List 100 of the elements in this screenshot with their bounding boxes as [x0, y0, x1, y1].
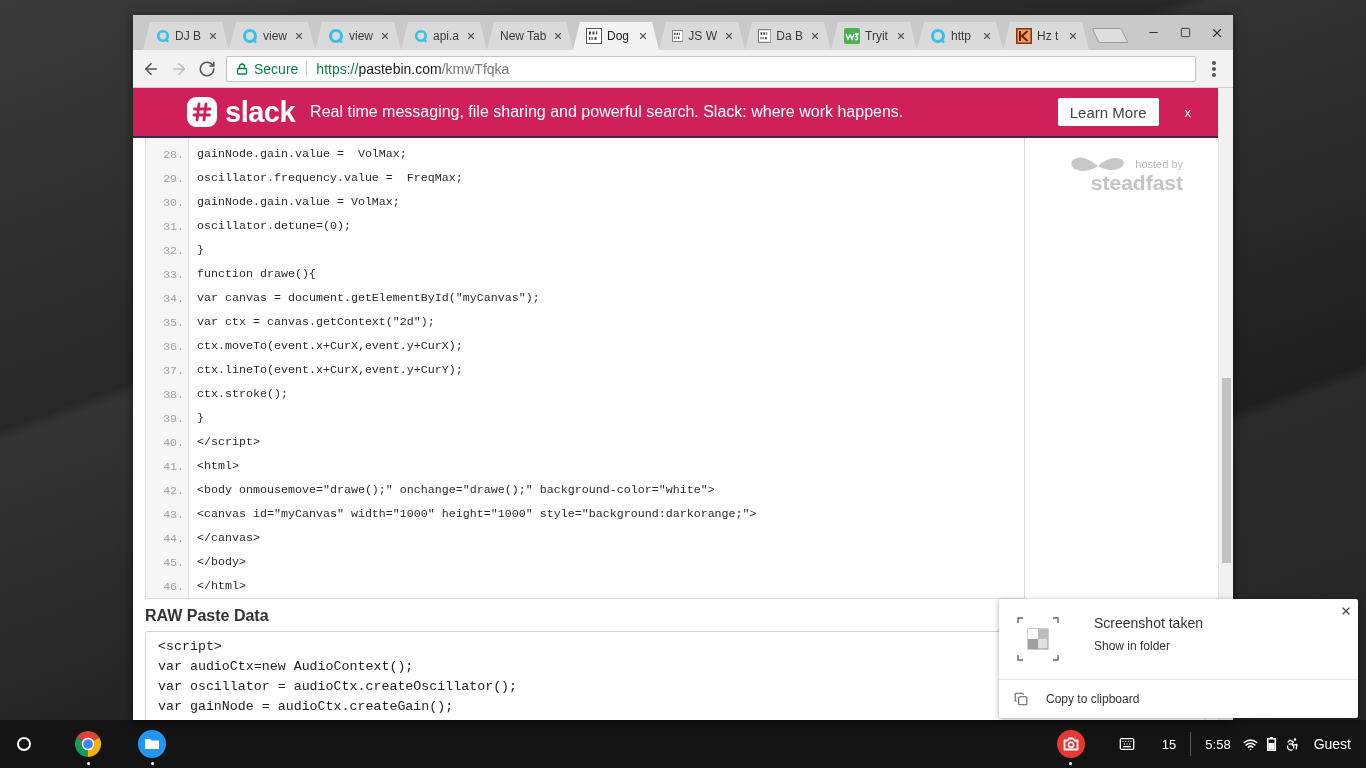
clock-time[interactable]: 5:58: [1205, 736, 1231, 752]
lock-icon: [236, 62, 248, 75]
document-icon: [758, 28, 772, 44]
close-icon: [1068, 31, 1078, 41]
line-number: 37.: [162, 363, 185, 377]
ring-icon: [328, 28, 344, 44]
code-line: oscillator.frequency.value = FreqMax;: [197, 171, 463, 185]
tab[interactable]: Tryit: [831, 22, 917, 50]
code-line: </script>: [197, 435, 260, 449]
ring-icon: [930, 28, 946, 44]
learn-more-button[interactable]: Learn More: [1057, 98, 1159, 126]
sponsor-caption: hosted by: [1135, 158, 1183, 170]
ring-icon: [414, 28, 428, 44]
line-number: 29.: [162, 171, 185, 185]
line-number: 28.: [162, 147, 185, 161]
line-number: 44.: [162, 531, 185, 545]
tab[interactable]: JS W: [659, 22, 745, 50]
launcher-icon[interactable]: [17, 737, 31, 751]
close-icon: [810, 31, 820, 41]
line-number: 35.: [162, 315, 185, 329]
code-line: <body onmousemove="drawe();" onchange="drawe();" background-color="white">: [197, 483, 715, 497]
wifi-icon: [1242, 736, 1258, 752]
code-line: ctx.moveTo(event.x+CurX,event.y+CurX);: [197, 339, 463, 353]
notification-count[interactable]: 15: [1161, 736, 1177, 752]
battery-icon: [1266, 737, 1276, 751]
line-number: 33.: [162, 267, 185, 281]
copy-to-clipboard-button[interactable]: Copy to clipboard: [999, 679, 1358, 717]
banner-close-button[interactable]: x: [1182, 104, 1193, 120]
tab[interactable]: Dog: [573, 22, 659, 50]
letter-tile-icon: [1016, 28, 1032, 44]
camera-icon[interactable]: [1056, 730, 1085, 758]
tab[interactable]: DJ B: [143, 22, 229, 50]
code-line: oscillator.detune=(0);: [197, 219, 351, 233]
browser-icon[interactable]: [74, 730, 102, 758]
keyboard-icon[interactable]: [1118, 736, 1135, 752]
tab[interactable]: Hz t: [1003, 22, 1089, 50]
sponsor-wordmark: steadfast: [1090, 171, 1183, 195]
code-line: }: [197, 243, 204, 257]
screenshot-thumbnail-icon: [1017, 617, 1059, 661]
user-name[interactable]: Guest: [1313, 736, 1351, 752]
line-number: 36.: [162, 339, 185, 353]
reload-icon: [198, 59, 216, 78]
code-line: var canvas = document.getElementById("myCanvas");: [197, 291, 540, 305]
hash-tile-icon: [187, 97, 217, 127]
wave-tile-icon: [844, 28, 860, 44]
tab[interactable]: view: [229, 22, 315, 50]
logo-wordmark: slack: [225, 95, 296, 129]
raw-code-line: var oscillator = audioCtx.createOscillator();: [158, 678, 518, 696]
ring-icon: [156, 28, 170, 44]
line-number: 32.: [162, 243, 185, 257]
ring-icon: [242, 28, 258, 44]
address-bar[interactable]: Secure https://pastebin.com/kmwTfqka: [226, 55, 1196, 82]
tab[interactable]: view: [315, 22, 401, 50]
line-number: 30.: [162, 195, 185, 209]
line-number: 34.: [162, 291, 185, 305]
scrollbar-thumb[interactable]: [1221, 378, 1231, 563]
security-label: Secure: [254, 60, 299, 77]
line-number: 41.: [162, 459, 185, 473]
raw-code-line: var audioCtx=new AudioContext();: [158, 658, 414, 676]
code-line: function drawe(){: [197, 267, 316, 281]
code-line: <html>: [197, 459, 239, 473]
close-icon: [896, 31, 906, 41]
line-number: 31.: [162, 219, 185, 233]
raw-code-line: var gainNode = audioCtx.createGain();: [158, 698, 454, 716]
code-line: <canvas id="myCanvas" width="1000" height="1000" style="background:darkorange;">: [197, 507, 757, 521]
line-number: 45.: [162, 555, 185, 569]
close-icon: [380, 31, 390, 41]
show-in-folder-link[interactable]: Show in folder: [1094, 639, 1171, 653]
url-text: https://pastebin.com/kmwTfqka: [316, 60, 510, 77]
code-line: gainNode.gain.value = VolMax;: [197, 195, 400, 209]
code-line: ctx.lineTo(event.x+CurX,event.y+CurY);: [197, 363, 463, 377]
close-icon: [553, 31, 564, 41]
code-line: </canvas>: [197, 531, 260, 545]
tab[interactable]: Da B: [745, 22, 831, 50]
section-heading: RAW Paste Data: [145, 607, 269, 625]
document-icon: [586, 28, 602, 44]
maximize-icon: [1179, 27, 1191, 38]
code-line: </html>: [197, 579, 246, 593]
document-icon: [672, 28, 684, 44]
close-icon: [1340, 605, 1352, 617]
notification-title: Screenshot taken: [1094, 615, 1203, 631]
banner-message: Real time messaging, file sharing and powerful search. Slack: where work happens.: [310, 103, 905, 121]
close-icon: [982, 31, 992, 41]
line-number: 46.: [162, 579, 185, 593]
raw-code-line: <script>: [158, 638, 222, 656]
close-icon: [724, 31, 734, 41]
line-number: 38.: [162, 387, 185, 401]
copy-icon: [1014, 691, 1028, 706]
tab[interactable]: New Tab: [487, 22, 573, 50]
folder-icon[interactable]: [138, 730, 166, 758]
close-icon: [638, 31, 648, 41]
code-line: gainNode.gain.value = VolMax;: [197, 147, 407, 161]
close-icon: [294, 31, 304, 41]
accessibility-icon: [1284, 736, 1300, 752]
code-line: }: [197, 411, 204, 425]
close-icon: [208, 31, 218, 41]
tab[interactable]: http: [917, 22, 1003, 50]
line-number: 40.: [162, 435, 185, 449]
close-icon: [466, 31, 476, 41]
tab[interactable]: api.a: [401, 22, 487, 50]
